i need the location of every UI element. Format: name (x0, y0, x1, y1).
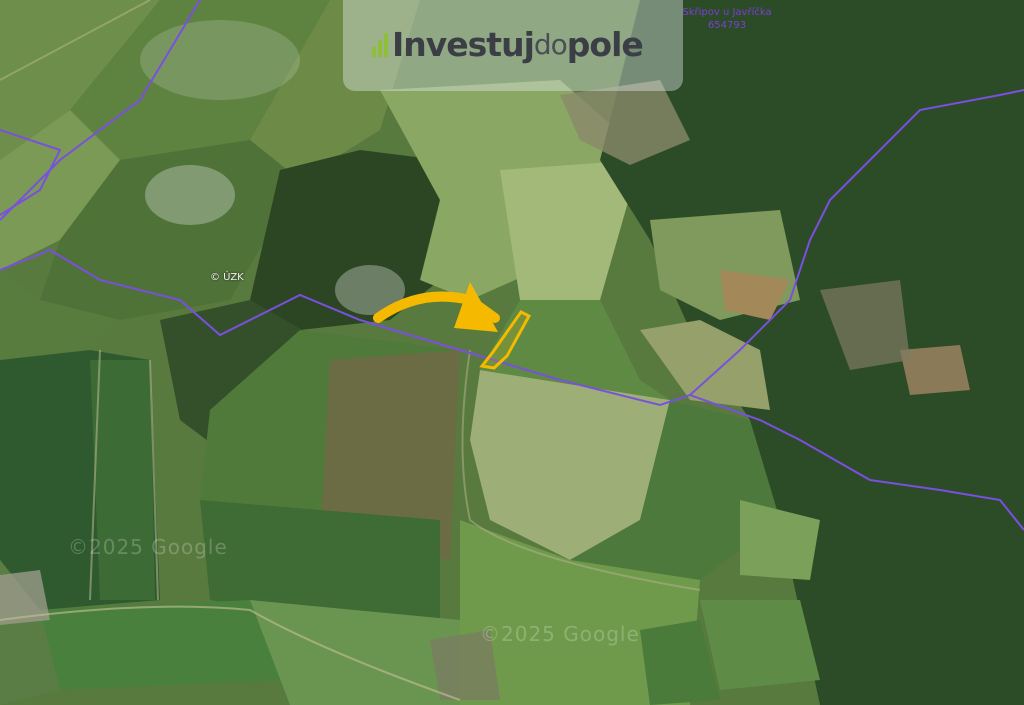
field (700, 600, 820, 690)
watermark-google: ©2025 Google (68, 535, 228, 559)
field (900, 345, 970, 395)
logo-text-part3: pole (566, 24, 644, 64)
map-copyright: © ÚZK (210, 272, 244, 283)
brand-logo[interactable]: Investuj do pole (372, 22, 644, 66)
satellite-imagery (0, 0, 1024, 705)
watermark-google: ©2025 Google (480, 622, 640, 646)
map-view[interactable]: Investuj do pole Skřipov u Javříčka 654793… (0, 0, 1024, 705)
logo-bars-icon (372, 31, 388, 57)
cadastral-area-name: Skřipov u Javříčka (682, 7, 772, 18)
logo-text-part1: Investuj (392, 24, 535, 64)
cadastral-area-code: 654793 (707, 20, 747, 31)
field (90, 360, 155, 600)
field (40, 600, 290, 690)
cadastral-area-label: Skřipov u Javříčka 654793 (672, 6, 782, 32)
logo-text-part2: do (533, 27, 568, 61)
